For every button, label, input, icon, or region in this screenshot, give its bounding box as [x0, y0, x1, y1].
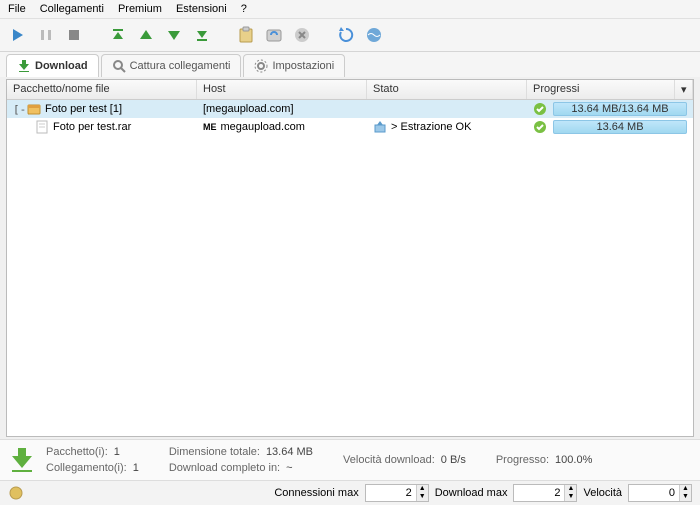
tab-linkgrabber-label: Cattura collegamenti: [130, 60, 231, 72]
collapse-icon[interactable]: [-]: [13, 103, 23, 116]
file-name: Foto per test.rar: [53, 121, 131, 133]
summary-bar: Pacchetto(i): 1 Collegamento(i): 1 Dimensi…: [0, 439, 700, 480]
status-bar: Connessioni max ▲▼ Download max ▲▼ Veloc…: [0, 480, 700, 505]
conn-label: Connessioni max: [274, 487, 358, 499]
ok-icon: [533, 102, 547, 116]
move-bottom-button[interactable]: [190, 23, 214, 47]
size-value: 13.64 MB: [266, 446, 313, 458]
status-icon[interactable]: [8, 485, 24, 501]
tab-download[interactable]: Download: [6, 54, 99, 77]
packages-label: Pacchetto(i):: [46, 446, 108, 458]
col-host[interactable]: Host: [197, 80, 367, 99]
speedlimit-label: Velocità: [583, 487, 622, 499]
col-name[interactable]: Pacchetto/nome file: [7, 80, 197, 99]
package-name: Foto per test [1]: [45, 103, 122, 115]
move-top-button[interactable]: [106, 23, 130, 47]
col-status[interactable]: Stato: [367, 80, 527, 99]
progress-bar: 13.64 MB: [553, 120, 687, 134]
speed-input[interactable]: [629, 487, 679, 499]
menu-help[interactable]: ?: [241, 3, 247, 15]
spin-up[interactable]: ▲: [564, 485, 576, 493]
settings-icon: [254, 59, 268, 73]
package-host: [megaupload.com]: [203, 103, 294, 115]
stop-button[interactable]: [62, 23, 86, 47]
progress-label: Progresso:: [496, 454, 549, 466]
linkgrabber-icon: [112, 59, 126, 73]
move-up-button[interactable]: [134, 23, 158, 47]
package-icon: [27, 102, 41, 116]
toolbar: [0, 19, 700, 52]
remove-button[interactable]: [290, 23, 314, 47]
speed-label: Velocità download:: [343, 454, 435, 466]
reconnect-button[interactable]: [334, 23, 358, 47]
download-table: Pacchetto/nome file Host Stato Progressi…: [6, 79, 694, 437]
file-row[interactable]: Foto per test.rar ME megaupload.com > Es…: [7, 118, 693, 136]
container-button[interactable]: [262, 23, 286, 47]
file-status: > Estrazione OK: [391, 121, 471, 133]
file-icon: [35, 120, 49, 134]
size-label: Dimensione totale:: [169, 446, 260, 458]
table-header: Pacchetto/nome file Host Stato Progressi…: [7, 80, 693, 100]
menubar: File Collegamenti Premium Estensioni ?: [0, 0, 700, 19]
tab-settings[interactable]: Impostazioni: [243, 54, 345, 77]
spin-down[interactable]: ▼: [564, 493, 576, 501]
menu-file[interactable]: File: [8, 3, 26, 15]
dl-label: Download max: [435, 487, 508, 499]
table-body[interactable]: [-] Foto per test [1] [megaupload.com] 1…: [7, 100, 693, 436]
menu-premium[interactable]: Premium: [118, 3, 162, 15]
links-label: Collegamento(i):: [46, 462, 127, 474]
spin-down[interactable]: ▼: [679, 493, 691, 501]
connections-input[interactable]: [366, 487, 416, 499]
col-progress[interactable]: Progressi: [527, 80, 675, 99]
tab-download-label: Download: [35, 60, 88, 72]
packages-value: 1: [114, 446, 120, 458]
download-icon: [17, 59, 31, 73]
speed-value: 0 B/s: [441, 454, 466, 466]
ok-icon: [533, 120, 547, 134]
package-row[interactable]: [-] Foto per test [1] [megaupload.com] 1…: [7, 100, 693, 118]
menu-extensions[interactable]: Estensioni: [176, 3, 227, 15]
update-button[interactable]: [362, 23, 386, 47]
tab-bar: Download Cattura collegamenti Impostazio…: [0, 52, 700, 77]
file-host: megaupload.com: [221, 121, 305, 133]
speed-spinner[interactable]: ▲▼: [628, 484, 692, 502]
tab-settings-label: Impostazioni: [272, 60, 334, 72]
spin-up[interactable]: ▲: [416, 485, 428, 493]
downloads-spinner[interactable]: ▲▼: [513, 484, 577, 502]
col-menu[interactable]: ▾: [675, 80, 693, 99]
play-button[interactable]: [6, 23, 30, 47]
eta-value: ~: [286, 462, 292, 474]
download-arrow-icon: [8, 446, 36, 474]
downloads-input[interactable]: [514, 487, 564, 499]
connections-spinner[interactable]: ▲▼: [365, 484, 429, 502]
spin-up[interactable]: ▲: [679, 485, 691, 493]
spin-down[interactable]: ▼: [416, 493, 428, 501]
move-down-button[interactable]: [162, 23, 186, 47]
pause-button[interactable]: [34, 23, 58, 47]
eta-label: Download completo in:: [169, 462, 280, 474]
host-badge: ME: [203, 122, 217, 132]
progress-bar: 13.64 MB/13.64 MB: [553, 102, 687, 116]
clipboard-button[interactable]: [234, 23, 258, 47]
links-value: 1: [133, 462, 139, 474]
menu-links[interactable]: Collegamenti: [40, 3, 104, 15]
tab-linkgrabber[interactable]: Cattura collegamenti: [101, 54, 242, 77]
progress-value: 100.0%: [555, 454, 592, 466]
extract-icon: [373, 120, 387, 134]
